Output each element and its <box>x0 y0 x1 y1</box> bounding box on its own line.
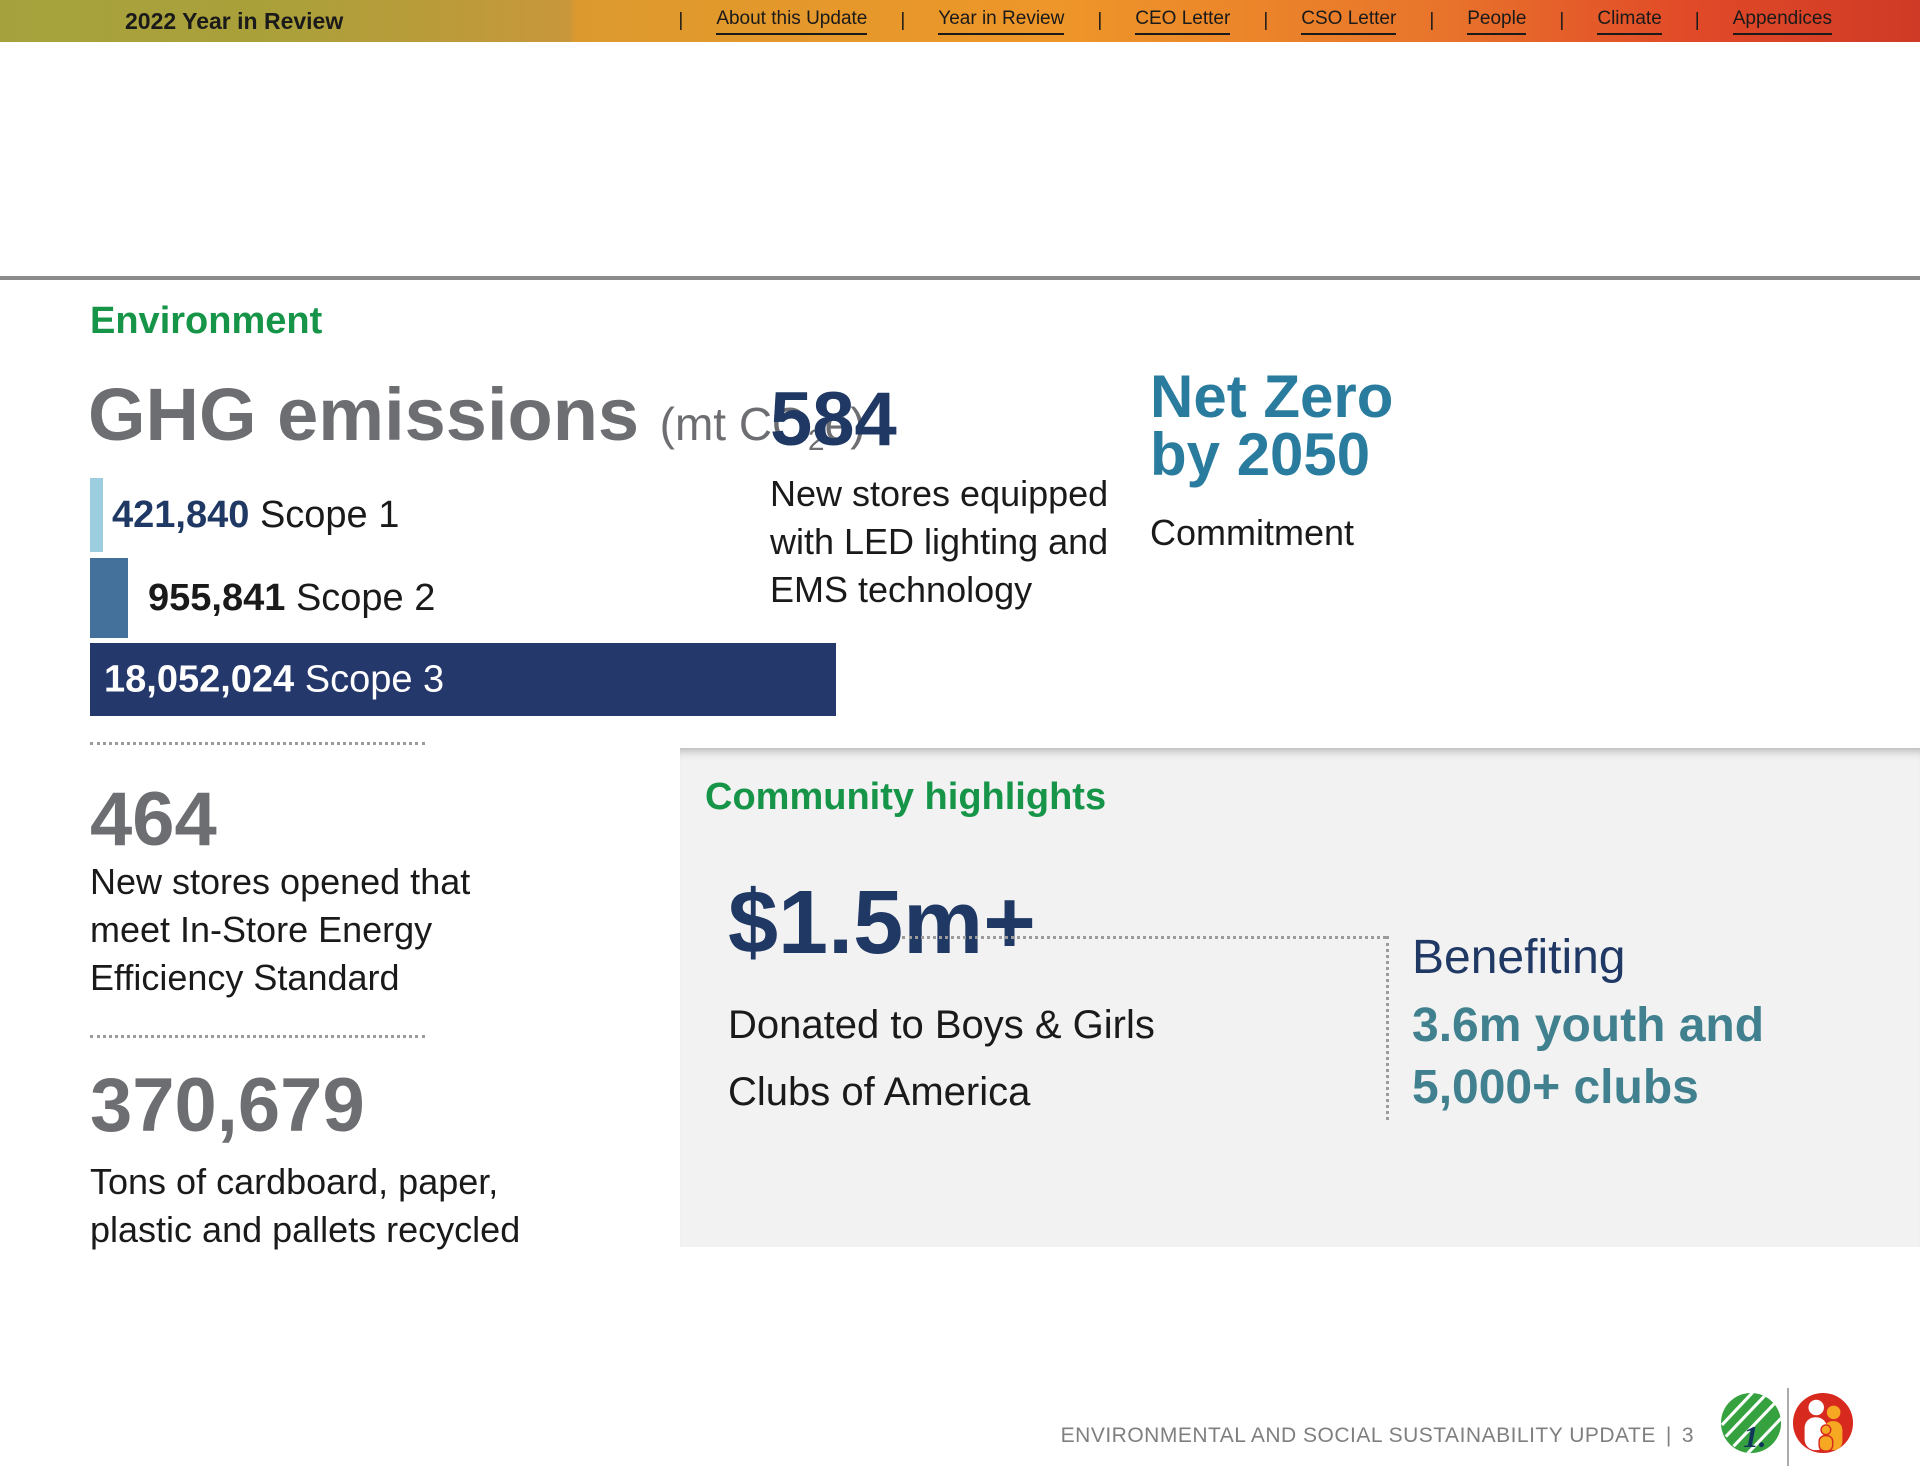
community-highlights-title: Community highlights <box>705 776 1106 819</box>
chart-row-scope3: 18,052,024 Scope 3 <box>90 643 850 716</box>
footer-separator: | <box>1666 1424 1672 1447</box>
scope3-value: 18,052,024 <box>104 658 294 700</box>
dotted-divider <box>90 1035 425 1038</box>
scope3-label: 18,052,024 Scope 3 <box>104 658 444 701</box>
led-stat-value: 584 <box>770 382 897 458</box>
logo-divider <box>1787 1388 1789 1466</box>
nav-link-climate[interactable]: Climate <box>1597 8 1661 35</box>
top-nav-bar: 2022 Year in Review | About this Update … <box>0 0 1920 42</box>
led-stat-desc: New stores equipped with LED lighting an… <box>770 470 1108 615</box>
nav-link-appendices[interactable]: Appendices <box>1733 8 1832 35</box>
scope2-value: 955,841 <box>148 577 285 619</box>
recycled-stat-value: 370,679 <box>90 1068 365 1144</box>
footer-caption: ENVIRONMENTAL AND SOCIAL SUSTAINABILITY … <box>1061 1424 1694 1448</box>
dotted-connector-vertical <box>1386 936 1389 1120</box>
scope2-bar <box>90 558 128 638</box>
scope1-category: Scope 1 <box>260 494 399 536</box>
recycled-stat-desc: Tons of cardboard, paper, plastic and pa… <box>90 1158 520 1254</box>
benefit-stat: 3.6m youth and 5,000+ clubs <box>1412 995 1764 1120</box>
dollar-tree-logo: 1. <box>1720 1392 1782 1454</box>
nav-link-people[interactable]: People <box>1467 8 1526 35</box>
top-nav: | About this Update | Year in Review | C… <box>678 0 1832 42</box>
nav-separator: | <box>1559 10 1564 32</box>
nav-separator: | <box>678 10 683 32</box>
dotted-divider <box>90 742 425 745</box>
nav-separator: | <box>1263 10 1268 32</box>
nav-separator: | <box>1097 10 1102 32</box>
chart-row-scope1: 421,840 Scope 1 <box>90 478 850 552</box>
scope2-label: 955,841 Scope 2 <box>148 577 435 620</box>
chart-row-scope2: 955,841 Scope 2 <box>90 558 850 638</box>
net-zero-caption: Commitment <box>1150 512 1354 554</box>
donation-stat-value: $1.5m+ <box>728 878 1036 968</box>
benefit-intro: Benefiting <box>1412 930 1626 985</box>
donation-stat-desc: Donated to Boys & Girls Clubs of America <box>728 992 1155 1126</box>
nav-link-year-in-review[interactable]: Year in Review <box>938 8 1064 35</box>
nav-link-about-this-update[interactable]: About this Update <box>716 8 867 35</box>
nav-link-cso-letter[interactable]: CSO Letter <box>1301 8 1396 35</box>
ghg-title-text: GHG emissions <box>88 373 639 456</box>
page-number: 3 <box>1682 1424 1694 1447</box>
scope1-bar <box>90 478 103 552</box>
net-zero-headline: Net Zero by 2050 <box>1150 368 1393 484</box>
scope3-category: Scope 3 <box>305 658 444 700</box>
section-divider-rule <box>0 276 1920 280</box>
nav-link-ceo-letter[interactable]: CEO Letter <box>1135 8 1230 35</box>
page: 2022 Year in Review | About this Update … <box>0 0 1920 1474</box>
ghg-emissions-title: GHG emissions (mt CO2e) <box>88 378 865 456</box>
report-title: 2022 Year in Review <box>125 0 343 42</box>
ghg-bar-chart: 421,840 Scope 1 955,841 Scope 2 18,052,0… <box>90 478 850 716</box>
scope1-value: 421,840 <box>112 494 249 536</box>
stores-stat-value: 464 <box>90 782 217 858</box>
nav-separator: | <box>900 10 905 32</box>
family-dollar-logo <box>1792 1392 1854 1454</box>
nav-separator: | <box>1429 10 1434 32</box>
dotted-connector-horizontal <box>902 936 1386 939</box>
nav-separator: | <box>1695 10 1700 32</box>
scope2-category: Scope 2 <box>296 577 435 619</box>
section-label-environment: Environment <box>90 300 322 343</box>
scope1-label: 421,840 Scope 1 <box>112 494 399 537</box>
svg-text:1.: 1. <box>1743 1419 1766 1454</box>
stores-stat-desc: New stores opened that meet In-Store Ene… <box>90 858 470 1003</box>
